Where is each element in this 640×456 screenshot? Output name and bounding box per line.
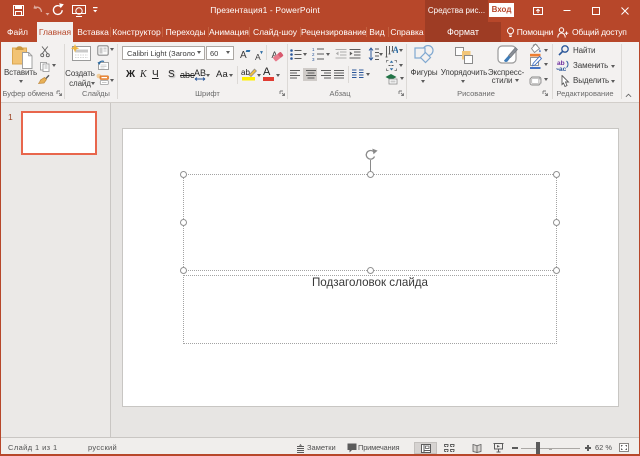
svg-text:ab: ab (241, 68, 250, 77)
svg-text:ac: ac (559, 66, 567, 71)
svg-text:3: 3 (312, 57, 315, 61)
svg-text:АВ: АВ (194, 68, 206, 78)
svg-text:А: А (393, 45, 399, 55)
